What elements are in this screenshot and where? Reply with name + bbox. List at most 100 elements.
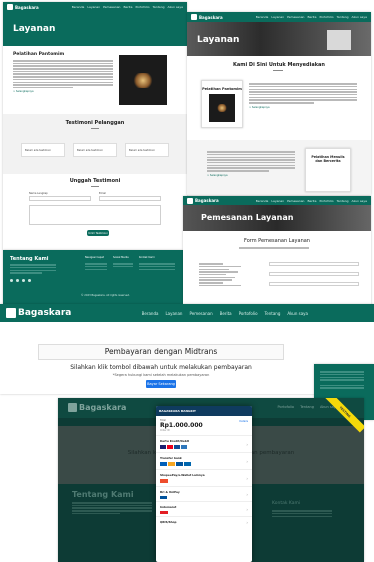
footer-title: Tentang Kami: [72, 490, 134, 499]
nav-beranda[interactable]: Beranda: [256, 15, 269, 19]
midtrans-title: Pembayaran dengan Midtrans: [104, 347, 218, 356]
testimoni-title: Testimoni Pelanggan: [65, 120, 125, 126]
nav-berita[interactable]: Berita: [307, 15, 316, 19]
bank-logos: [160, 462, 248, 466]
footer-col-contact: Kontak Kami: [139, 256, 155, 259]
nav-layanan[interactable]: Layanan: [87, 5, 100, 9]
payment-methods-list: Kartu Kredit/Debit › Transfer bank › Sho…: [156, 436, 252, 529]
nav-layanan[interactable]: Layanan: [271, 199, 284, 203]
testimoni-card: Belum ada testimoni: [125, 143, 169, 157]
nav-tentang[interactable]: Tentang: [153, 5, 165, 9]
facebook-icon[interactable]: [10, 279, 13, 282]
nav-tentang[interactable]: Tentang: [337, 199, 349, 203]
nav-layanan[interactable]: Layanan: [165, 311, 182, 316]
nav-beranda[interactable]: Beranda: [256, 199, 269, 203]
midtrans-title-box: Pembayaran dengan Midtrans: [38, 344, 284, 360]
nav-berita[interactable]: Berita: [123, 5, 132, 9]
service-desc-2: > Selengkapnya: [207, 150, 295, 177]
payment-method[interactable]: Indomaret ›: [156, 502, 252, 517]
form-input[interactable]: [269, 282, 359, 286]
nav-tentang[interactable]: Tentang: [300, 405, 314, 409]
nav-pemesanan[interactable]: Pemesanan: [103, 5, 120, 9]
nav-tentang[interactable]: Tentang: [337, 15, 349, 19]
nav-portofolio[interactable]: Portofolio: [239, 311, 258, 316]
email-input[interactable]: [99, 196, 161, 201]
payment-method[interactable]: QRIS/Shop ›: [156, 517, 252, 529]
payment-method[interactable]: ShopeePay/e-Wallet Lainnya ›: [156, 470, 252, 487]
testimoni-textarea[interactable]: [29, 205, 161, 225]
submit-testimoni-button[interactable]: Kirim Testimoni: [87, 230, 109, 236]
merchant-name: BAGASKARA BANGKIT: [159, 409, 196, 413]
footer-col-nav: Navigasi Cepat: [85, 256, 104, 259]
chevron-right-icon: ›: [246, 476, 248, 481]
brand-logo[interactable]: Bagaskara: [7, 4, 39, 10]
chevron-right-icon: ›: [246, 507, 248, 512]
brand-name: Bagaskara: [18, 308, 72, 318]
youtube-icon[interactable]: [28, 279, 31, 282]
nav-portofolio[interactable]: Portofolio: [135, 5, 149, 9]
payment-method[interactable]: Transfer bank ›: [156, 453, 252, 470]
twitter-icon[interactable]: [16, 279, 19, 282]
service-title: Pelatihan Menulis dan Bercerita: [311, 155, 345, 163]
nav-pemesanan[interactable]: Pemesanan: [287, 199, 304, 203]
read-more-link[interactable]: > Selengkapnya: [13, 90, 113, 93]
payment-method[interactable]: Kartu Kredit/Debit ›: [156, 436, 252, 453]
brand-logo[interactable]: Bagaskara: [6, 308, 71, 318]
read-more-link[interactable]: > Selengkapnya: [207, 174, 295, 177]
nav-portofolio[interactable]: Portofolio: [319, 15, 333, 19]
nav-links: Beranda Layanan Pemesanan Berita Portofo…: [256, 199, 367, 203]
nav-akun[interactable]: Akun saya: [287, 311, 308, 316]
email-label: Email: [99, 192, 106, 195]
nav-beranda[interactable]: Beranda: [72, 5, 85, 9]
amex-icon: [181, 445, 187, 449]
read-more-link[interactable]: > Selengkapnya: [249, 106, 357, 109]
screenshot-collage: Bagaskara Beranda Layanan Pemesanan Beri…: [0, 0, 374, 562]
form-input[interactable]: [269, 262, 359, 266]
service-card-pantomim[interactable]: Pelatihan Pantomim: [201, 80, 243, 128]
brand-logo[interactable]: Bagaskara: [68, 403, 126, 412]
form-input[interactable]: [269, 272, 359, 276]
nav-tentang[interactable]: Tentang: [265, 311, 281, 316]
bca-icon: [160, 462, 167, 466]
bri-icon: [184, 462, 191, 466]
top-navbar: Bagaskara Beranda Layanan Pemesanan Beri…: [3, 2, 187, 12]
visa-icon: [160, 445, 166, 449]
nav-links: Beranda Layanan Pemesanan Berita Portofo…: [142, 311, 308, 316]
nav-pemesanan[interactable]: Pemesanan: [189, 311, 212, 316]
nav-layanan[interactable]: Layanan: [271, 15, 284, 19]
nama-input[interactable]: [29, 196, 91, 201]
service-card-menulis[interactable]: Pelatihan Menulis dan Bercerita: [305, 148, 351, 192]
payment-method[interactable]: Bri & UniPay ›: [156, 487, 252, 502]
bni-icon: [176, 462, 183, 466]
shopeepay-icon: [160, 479, 168, 483]
testimoni-card: Belum ada testimoni: [21, 143, 65, 157]
hero-lamp-image: [327, 30, 351, 50]
nav-beranda[interactable]: Beranda: [142, 311, 159, 316]
hero-title: Pemesanan Layanan: [201, 213, 294, 222]
pay-now-button[interactable]: Bayar Sekarang: [146, 380, 176, 388]
instagram-icon[interactable]: [22, 279, 25, 282]
service-photo: [209, 94, 235, 122]
logo-icon: [6, 308, 16, 318]
form-fields: [199, 262, 259, 287]
pemesanan-page: Bagaskara Beranda Layanan Pemesanan Beri…: [183, 196, 371, 316]
footer-about-text: [10, 263, 56, 275]
nav-portofolio[interactable]: Portofolio: [278, 405, 295, 409]
service-desc: > Selengkapnya: [249, 82, 357, 109]
nav-akun[interactable]: Akun saya: [168, 5, 183, 9]
unggah-title: Unggah Testimoni: [69, 178, 121, 184]
nav-berita[interactable]: Berita: [220, 311, 232, 316]
nav-pemesanan[interactable]: Pemesanan: [287, 15, 304, 19]
details-link[interactable]: Details: [239, 420, 248, 423]
top-navbar: Bagaskara Beranda Layanan Pemesanan Beri…: [187, 12, 371, 22]
nav-akun[interactable]: Akun saya: [352, 199, 367, 203]
brand-logo[interactable]: Bagaskara: [187, 197, 219, 204]
hero-banner: Layanan: [3, 12, 187, 46]
nav-portofolio[interactable]: Portofolio: [319, 199, 333, 203]
nav-berita[interactable]: Berita: [307, 199, 316, 203]
brand-logo[interactable]: Bagaskara: [191, 14, 223, 20]
payment-popup-page: Bagaskara Portofolio Tentang Akun saya S…: [58, 398, 364, 562]
nav-akun[interactable]: Akun saya: [352, 15, 367, 19]
brand-name: Bagaskara: [15, 4, 39, 10]
pantomim-section: Pelatihan Pantomim > Selengkapnya: [13, 52, 113, 93]
